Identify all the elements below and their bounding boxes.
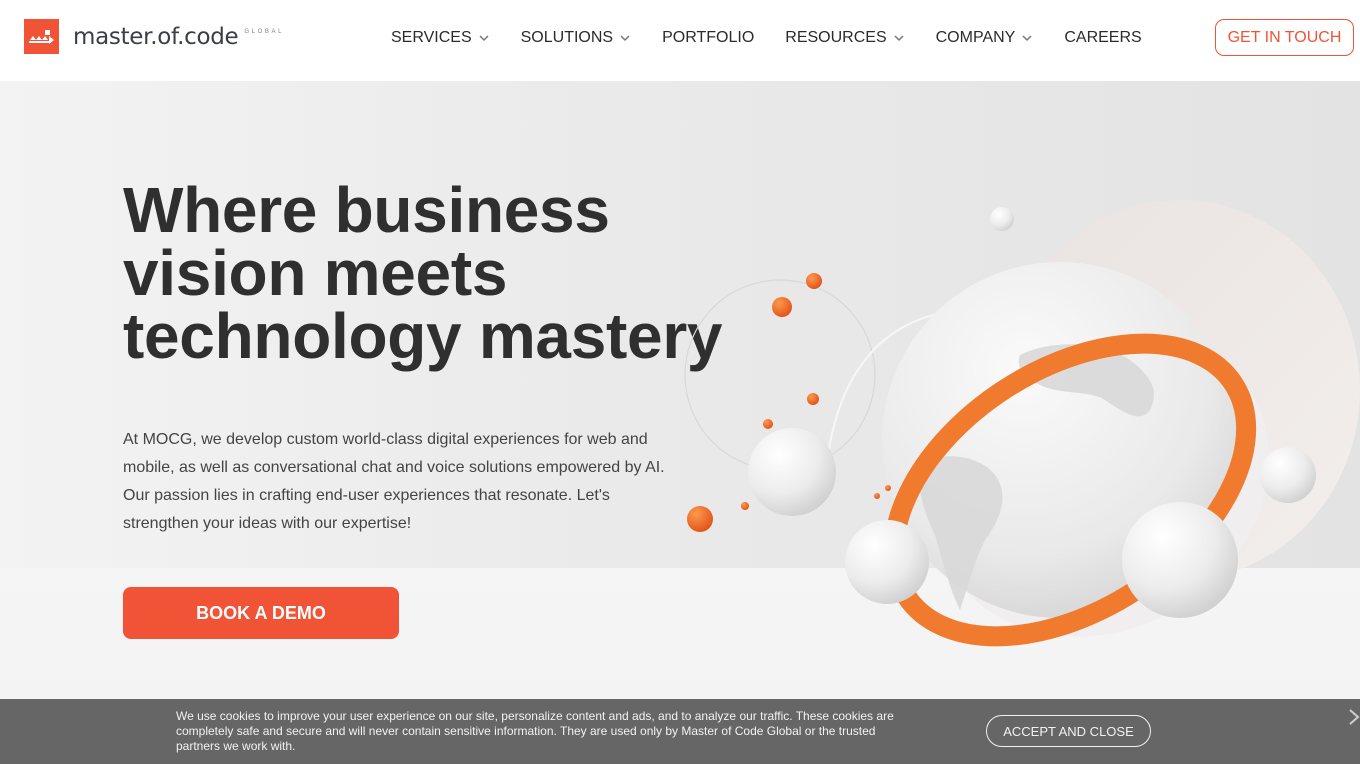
close-icon[interactable]	[1348, 707, 1360, 727]
logo-text: master.of.code	[73, 23, 239, 50]
orange-dot	[687, 506, 713, 532]
nav-solutions[interactable]: SOLUTIONS	[521, 27, 631, 49]
hero-description: At MOCG, we develop custom world-class d…	[123, 431, 665, 532]
mocg-logo-icon	[24, 19, 59, 54]
site-header: master.of.code GLOBAL SERVICES SOLUTIONS…	[0, 0, 1360, 81]
nav-company[interactable]: COMPANY	[936, 27, 1034, 49]
sphere	[990, 207, 1014, 231]
logo-link[interactable]: master.of.code GLOBAL	[24, 19, 284, 54]
sphere	[748, 428, 836, 516]
main-nav: SERVICES SOLUTIONS PORTFOLIO RESOURCES C…	[391, 27, 1173, 49]
nav-label: SOLUTIONS	[520, 29, 614, 46]
cookie-text: We use cookies to improve your user expe…	[176, 709, 894, 753]
nav-label: PORTFOLIO	[662, 29, 755, 46]
orange-dot	[807, 393, 819, 405]
chevron-down-icon	[479, 35, 489, 42]
nav-portfolio[interactable]: PORTFOLIO	[662, 27, 754, 49]
chevron-down-icon	[1022, 35, 1032, 42]
nav-label: RESOURCES	[785, 29, 887, 46]
orange-dot	[741, 502, 749, 510]
globe-illustration	[684, 200, 1360, 647]
nav-label: SERVICES	[391, 29, 472, 46]
hero-title-line: technology mastery	[123, 300, 723, 372]
logo-subtext: GLOBAL	[244, 28, 285, 35]
cookie-banner: We use cookies to improve your user expe…	[0, 699, 1360, 764]
orange-dot	[772, 297, 792, 317]
hero-title-line: vision meets	[123, 237, 508, 309]
accept-cookies-button[interactable]: ACCEPT AND CLOSE	[986, 715, 1151, 747]
hero-title: Where business vision meets technology m…	[123, 178, 723, 368]
nav-services[interactable]: SERVICES	[391, 27, 490, 49]
sphere	[1260, 447, 1316, 503]
hero-section: Where business vision meets technology m…	[0, 81, 1360, 764]
nav-resources[interactable]: RESOURCES	[785, 27, 904, 49]
sphere	[845, 520, 929, 604]
hero-title-line: Where business	[123, 174, 610, 246]
sphere	[1122, 502, 1238, 618]
book-demo-button[interactable]: BOOK A DEMO	[123, 587, 399, 639]
nav-careers[interactable]: CAREERS	[1064, 27, 1141, 49]
orange-dot	[885, 485, 891, 491]
chevron-down-icon	[620, 35, 630, 42]
chevron-down-icon	[894, 35, 904, 42]
orange-dot	[874, 493, 880, 499]
nav-label: CAREERS	[1064, 29, 1142, 46]
get-in-touch-button[interactable]: GET IN TOUCH	[1215, 19, 1354, 56]
nav-label: COMPANY	[935, 29, 1016, 46]
orange-dot	[806, 273, 822, 289]
orange-dot	[763, 419, 773, 429]
